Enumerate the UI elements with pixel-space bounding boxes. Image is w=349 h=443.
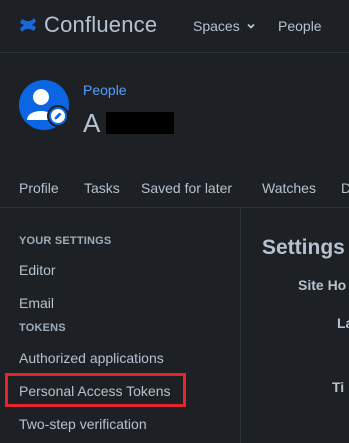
confluence-logo-icon: [20, 18, 36, 32]
language-label: La: [337, 315, 349, 331]
settings-page-title: Settings: [262, 236, 345, 259]
nav-spaces-label: Spaces: [193, 18, 240, 34]
tokens-heading: TOKENS: [19, 322, 66, 334]
sidebar-divider: [240, 208, 241, 443]
tab-saved-for-later[interactable]: Saved for later: [141, 180, 232, 196]
your-settings-heading: YOUR SETTINGS: [19, 235, 112, 247]
tab-tasks[interactable]: Tasks: [84, 180, 120, 196]
breadcrumb-people[interactable]: People: [83, 82, 127, 98]
top-navigation-bar: Confluence Spaces People: [0, 0, 349, 53]
profile-tabs: Profile Tasks Saved for later Watches D: [0, 176, 349, 206]
highlight-annotation-box: [5, 373, 186, 407]
nav-people-link[interactable]: People: [278, 18, 322, 34]
sidebar-item-editor[interactable]: Editor: [19, 262, 56, 278]
chevron-down-icon: [247, 23, 255, 29]
tab-watches[interactable]: Watches: [262, 180, 316, 196]
confluence-logo[interactable]: Confluence: [18, 12, 157, 38]
sidebar-item-email[interactable]: Email: [19, 295, 54, 311]
sidebar-item-two-step-verification[interactable]: Two-step verification: [19, 416, 147, 432]
redacted-name-block: [106, 112, 174, 134]
pencil-icon: [51, 109, 65, 123]
tabs-divider: [0, 207, 349, 208]
app-name: Confluence: [44, 12, 158, 37]
site-home-label: Site Ho: [298, 277, 347, 293]
sidebar-item-authorized-applications[interactable]: Authorized applications: [19, 350, 164, 366]
user-full-name: A: [83, 108, 101, 138]
tab-drafts[interactable]: D: [341, 180, 349, 196]
tab-profile[interactable]: Profile: [19, 180, 59, 196]
time-zone-label: Ti: [332, 379, 345, 395]
nav-spaces-menu[interactable]: Spaces: [193, 18, 256, 34]
edit-avatar-badge[interactable]: [47, 105, 69, 127]
